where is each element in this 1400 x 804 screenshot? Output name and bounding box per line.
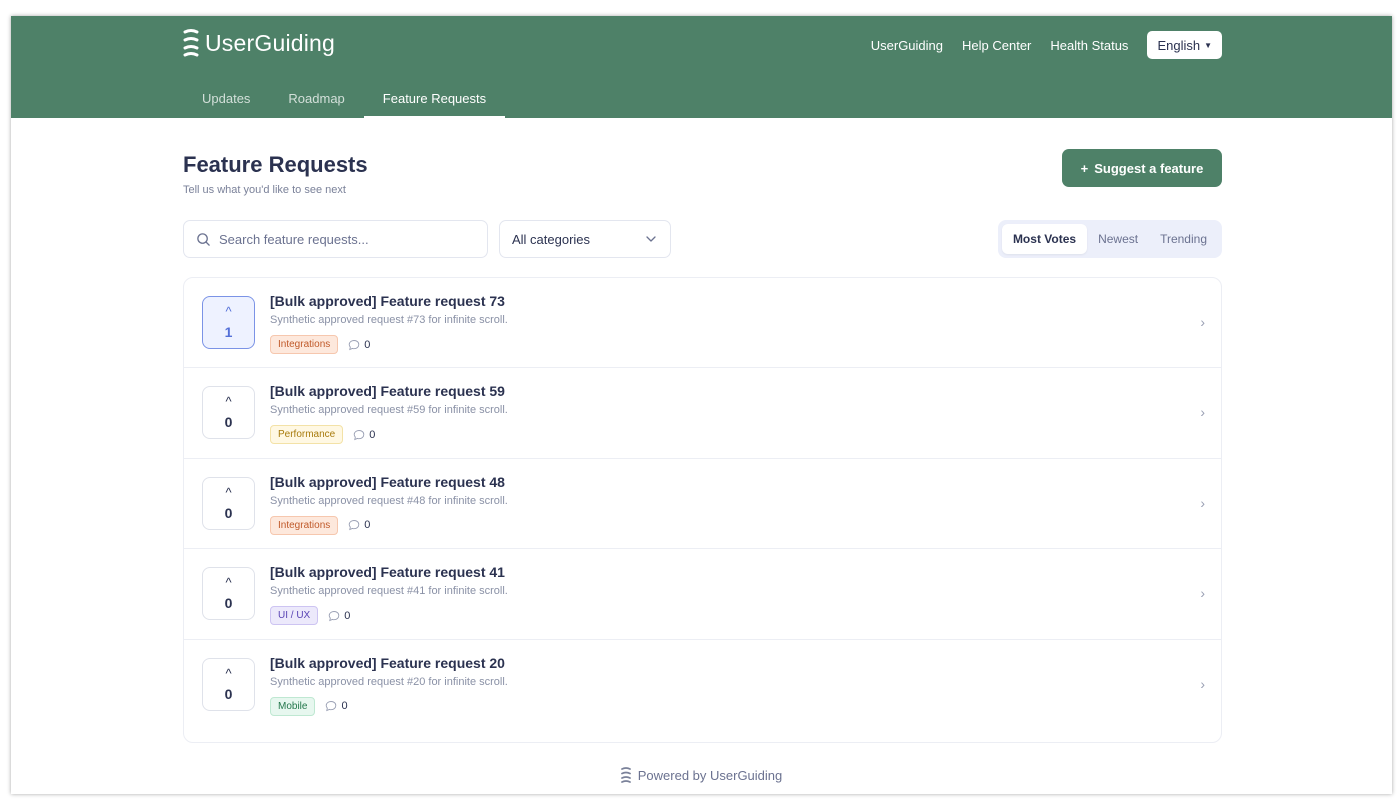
category-tag: Integrations: [270, 335, 339, 354]
upvote-icon: ^: [225, 394, 232, 410]
upvote-icon: ^: [225, 304, 232, 319]
request-description: Synthetic approved request #20 for infin…: [270, 675, 508, 688]
request-meta: Mobile 0: [270, 696, 348, 716]
search-input[interactable]: [219, 231, 469, 247]
feature-request-row[interactable]: ^ 0 [Bulk approved] Feature request 48 S…: [184, 459, 1221, 550]
search-box[interactable]: [183, 220, 488, 258]
vote-count: 0: [224, 685, 233, 702]
sort-toggle: Most Votes Newest Trending: [997, 220, 1222, 258]
vote-count: 0: [224, 504, 233, 521]
feature-request-list: ^ 1 [Bulk approved] Feature request 73 S…: [183, 277, 1222, 743]
userguiding-logo-icon: [620, 767, 631, 783]
comment-count-value: 0: [344, 609, 351, 622]
comment-count: 0: [325, 700, 348, 713]
comment-count: 0: [348, 339, 370, 351]
tab-feature-requests[interactable]: Feature Requests: [363, 78, 506, 118]
upvote-button[interactable]: ^ 0: [202, 567, 255, 621]
sort-most-votes[interactable]: Most Votes: [1001, 224, 1088, 254]
page-title: Feature Requests: [183, 152, 368, 177]
chevron-down-icon: [646, 236, 656, 242]
request-title[interactable]: [Bulk approved] Feature request 41: [270, 564, 505, 580]
caret-down-icon: ▼: [1204, 40, 1212, 50]
category-select[interactable]: All categories: [499, 220, 671, 258]
tab-roadmap[interactable]: Roadmap: [269, 78, 363, 118]
comment-icon: [353, 429, 365, 441]
vote-count: 0: [224, 414, 233, 431]
upvote-icon: ^: [225, 575, 232, 591]
top-nav: UserGuiding Help Center Health Status En…: [852, 31, 1222, 59]
language-dropdown[interactable]: English ▼: [1147, 31, 1222, 59]
upvote-button[interactable]: ^ 0: [202, 386, 255, 440]
link-help-center[interactable]: Help Center: [962, 38, 1031, 53]
feature-request-row[interactable]: ^ 1 [Bulk approved] Feature request 73 S…: [184, 278, 1221, 369]
request-description: Synthetic approved request #41 for infin…: [270, 585, 508, 598]
comment-count: 0: [328, 610, 350, 622]
request-title[interactable]: [Bulk approved] Feature request 20: [270, 655, 505, 671]
feature-request-row[interactable]: ^ 0 [Bulk approved] Feature request 41 S…: [184, 549, 1221, 640]
request-meta: UI / UX 0: [270, 606, 350, 626]
chevron-right-icon: ›: [1200, 314, 1205, 330]
powered-by-link[interactable]: Powered by UserGuiding: [638, 768, 783, 783]
category-tag: UI / UX: [270, 606, 319, 626]
comment-icon: [349, 339, 360, 350]
comment-icon: [328, 610, 340, 621]
request-description: Synthetic approved request #59 for infin…: [270, 404, 508, 417]
suggest-feature-label: Suggest a feature: [1094, 160, 1204, 176]
chevron-right-icon: ›: [1200, 494, 1205, 511]
comment-icon: [349, 520, 360, 531]
feature-request-row[interactable]: ^ 0 [Bulk approved] Feature request 20 S…: [184, 640, 1221, 730]
sort-newest[interactable]: Newest: [1087, 224, 1149, 254]
tab-bar: Updates Roadmap Feature Requests: [183, 78, 506, 118]
request-meta: Performance 0: [270, 425, 375, 445]
request-meta: Integrations 0: [270, 515, 370, 535]
userguiding-logo-icon: [183, 29, 199, 57]
request-description: Synthetic approved request #73 for infin…: [270, 314, 508, 326]
category-tag: Mobile: [270, 696, 316, 716]
request-description: Synthetic approved request #48 for infin…: [270, 494, 508, 507]
request-meta: Integrations 0: [270, 335, 370, 354]
header: UserGuiding UserGuiding Help Center Heal…: [11, 16, 1392, 118]
comment-count: 0: [353, 429, 375, 441]
category-tag: Integrations: [270, 515, 339, 535]
plus-icon: +: [1080, 160, 1089, 176]
link-health-status[interactable]: Health Status: [1050, 38, 1128, 53]
request-title[interactable]: [Bulk approved] Feature request 73: [270, 293, 505, 309]
suggest-feature-button[interactable]: + Suggest a feature: [1062, 149, 1222, 187]
comment-count-value: 0: [364, 338, 371, 351]
app-window: UserGuiding UserGuiding Help Center Heal…: [11, 16, 1392, 794]
upvote-icon: ^: [225, 665, 232, 681]
tab-updates[interactable]: Updates: [183, 78, 269, 118]
upvote-button[interactable]: ^ 0: [202, 476, 255, 530]
page-subtitle: Tell us what you'd like to see next: [183, 184, 346, 196]
feature-request-row[interactable]: ^ 0 [Bulk approved] Feature request 59 S…: [184, 368, 1221, 459]
upvote-button[interactable]: ^ 1: [202, 296, 255, 349]
category-select-value: All categories: [512, 231, 591, 247]
request-title[interactable]: [Bulk approved] Feature request 59: [270, 383, 505, 399]
request-title[interactable]: [Bulk approved] Feature request 48: [270, 474, 505, 490]
comment-count-value: 0: [341, 700, 348, 713]
search-icon: [197, 232, 210, 246]
comment-icon: [326, 701, 337, 712]
sort-trending[interactable]: Trending: [1149, 224, 1218, 254]
comment-count: 0: [348, 519, 370, 531]
footer: Powered by UserGuiding: [11, 766, 1392, 784]
chevron-right-icon: ›: [1200, 585, 1205, 602]
language-label: English: [1157, 37, 1201, 53]
upvote-button[interactable]: ^ 0: [202, 657, 255, 711]
link-userguiding[interactable]: UserGuiding: [871, 38, 943, 53]
chevron-right-icon: ›: [1200, 675, 1205, 692]
chevron-right-icon: ›: [1200, 404, 1205, 421]
comment-count-value: 0: [364, 519, 371, 532]
vote-count: 0: [224, 595, 233, 612]
vote-count: 1: [224, 324, 233, 340]
comment-count-value: 0: [369, 428, 376, 441]
brand-name: UserGuiding: [205, 29, 336, 56]
upvote-icon: ^: [225, 484, 232, 500]
brand-logo[interactable]: UserGuiding: [183, 28, 335, 58]
category-tag: Performance: [270, 425, 344, 445]
